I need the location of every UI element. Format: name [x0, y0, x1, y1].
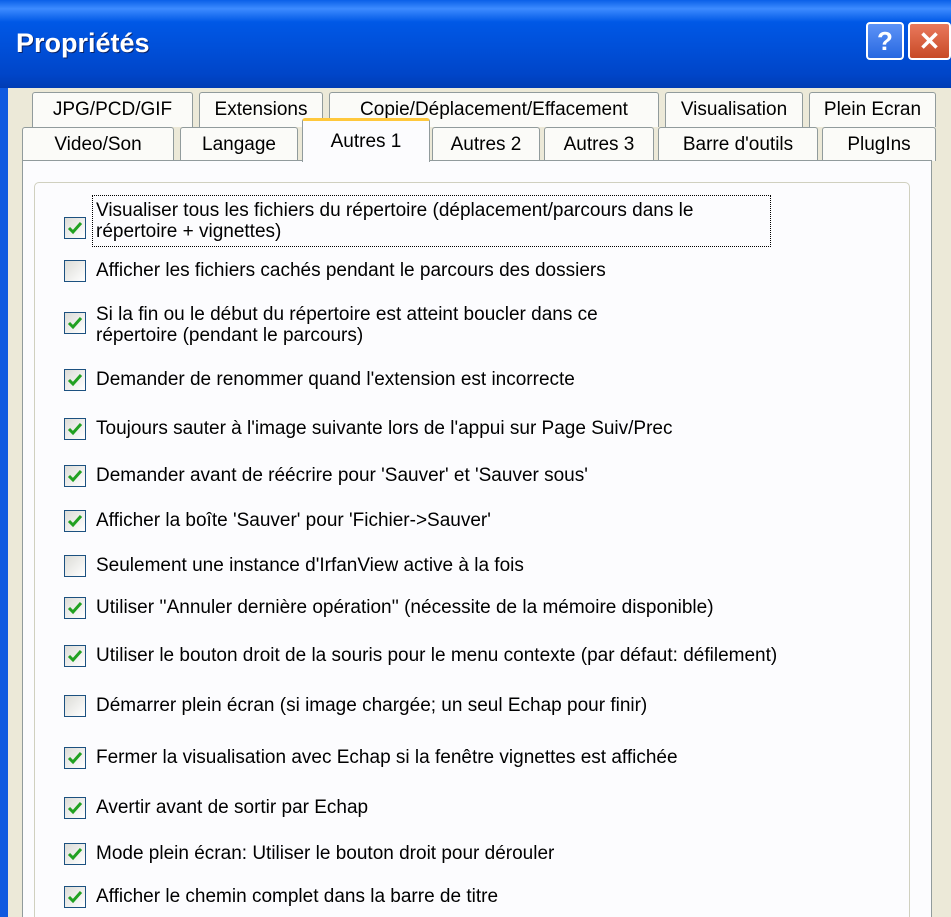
- checkbox[interactable]: [64, 797, 86, 819]
- option-label: Fermer la visualisation avec Echap si la…: [96, 747, 678, 768]
- checkbox[interactable]: [64, 555, 86, 577]
- check-mark-icon: [67, 802, 83, 815]
- tab-autres-2[interactable]: Autres 2: [432, 127, 540, 161]
- check-mark-icon: [67, 891, 83, 904]
- option-label: Demander de renommer quand l'extension e…: [96, 369, 575, 390]
- checkbox[interactable]: [64, 510, 86, 532]
- tab-label: Extensions: [214, 99, 308, 120]
- option-label: Afficher les fichiers cachés pendant le …: [96, 260, 606, 281]
- option-label: Mode plein écran: Utiliser le bouton dro…: [96, 843, 555, 864]
- tab-barre-outils[interactable]: Barre d'outils: [658, 127, 818, 161]
- focus-rectangle: [92, 195, 771, 247]
- option-label: Toujours sauter à l'image suivante lors …: [96, 418, 673, 439]
- tab-plein-ecran[interactable]: Plein Ecran: [809, 92, 936, 127]
- checkbox[interactable]: [64, 369, 86, 391]
- tab-label: Plein Ecran: [823, 99, 922, 120]
- window-left-border: [0, 88, 8, 917]
- tab-label: Visualisation: [680, 99, 788, 120]
- tab-label: Video/Son: [54, 133, 142, 155]
- tab-autres-3[interactable]: Autres 3: [544, 127, 654, 161]
- option-label: Utiliser ''Annuler dernière opération'' …: [96, 597, 714, 618]
- help-button[interactable]: ?: [866, 22, 904, 60]
- checkbox[interactable]: [64, 597, 86, 619]
- check-mark-icon: [67, 650, 83, 663]
- checkbox[interactable]: [64, 747, 86, 769]
- option-label: Démarrer plein écran (si image chargée; …: [96, 695, 648, 716]
- check-mark-icon: [67, 752, 83, 765]
- check-mark-icon: [67, 602, 83, 615]
- checkbox[interactable]: [64, 465, 86, 487]
- tab-visualisation[interactable]: Visualisation: [665, 92, 803, 127]
- tab-video-son[interactable]: Video/Son: [22, 127, 174, 161]
- close-button[interactable]: ✕: [908, 22, 951, 60]
- check-mark-icon: [67, 423, 83, 436]
- check-mark-icon: [67, 374, 83, 387]
- option-label: Demander avant de réécrire pour 'Sauver'…: [96, 465, 588, 486]
- option-label: Seulement une instance d'IrfanView activ…: [96, 555, 524, 576]
- checkbox[interactable]: [64, 645, 86, 667]
- check-mark-icon: [67, 222, 83, 235]
- tab-plugins[interactable]: PlugIns: [822, 127, 936, 161]
- checkbox[interactable]: [64, 418, 86, 440]
- checkbox[interactable]: [64, 260, 86, 282]
- tab-label: Autres 1: [330, 130, 402, 152]
- tab-label: Barre d'outils: [682, 133, 794, 155]
- check-mark-icon: [67, 470, 83, 483]
- title-bar[interactable]: Propriétés ? ✕: [0, 0, 951, 88]
- tab-label: Autres 2: [450, 133, 522, 155]
- tab-autres-1[interactable]: Autres 1: [302, 118, 430, 162]
- tab-langage[interactable]: Langage: [180, 127, 298, 161]
- tab-label: JPG/PCD/GIF: [52, 99, 173, 120]
- option-label: Utiliser le bouton droit de la souris po…: [96, 645, 778, 666]
- option-label: Avertir avant de sortir par Echap: [96, 797, 369, 818]
- option-label: Si la fin ou le début du répertoire est …: [96, 304, 598, 346]
- option-label: Afficher le chemin complet dans la barre…: [96, 886, 499, 907]
- checkbox[interactable]: [64, 843, 86, 865]
- dialog-title: Propriétés: [16, 28, 150, 58]
- check-mark-icon: [67, 317, 83, 330]
- tab-label: PlugIns: [847, 133, 911, 155]
- tab-label: Langage: [202, 133, 276, 155]
- tab-jpg-pcd-gif[interactable]: JPG/PCD/GIF: [32, 92, 193, 127]
- checkbox[interactable]: [64, 695, 86, 717]
- checkbox[interactable]: [64, 217, 86, 239]
- check-mark-icon: [67, 515, 83, 528]
- properties-dialog: Propriétés ? ✕ JPG/PCD/GIF Extensions Co…: [0, 0, 951, 917]
- tab-label: Autres 3: [563, 133, 635, 155]
- option-label: Afficher la boîte 'Sauver' pour 'Fichier…: [96, 510, 491, 531]
- checkbox[interactable]: [64, 886, 86, 908]
- checkbox[interactable]: [64, 312, 86, 334]
- check-mark-icon: [67, 848, 83, 861]
